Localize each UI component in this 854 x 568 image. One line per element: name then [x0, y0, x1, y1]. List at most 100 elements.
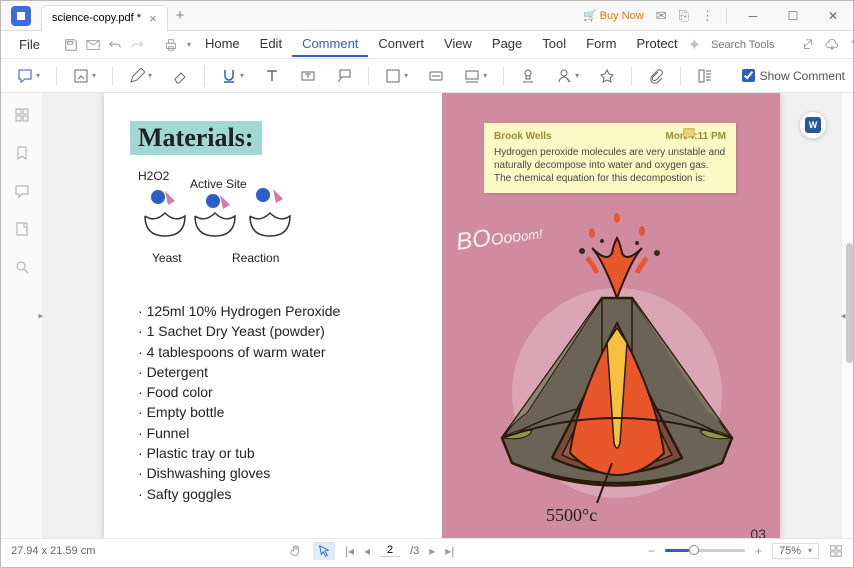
- buy-now-link[interactable]: 🛒 Buy Now: [583, 9, 644, 22]
- show-comment-toggle[interactable]: Show Comment: [742, 69, 845, 83]
- file-menu[interactable]: File: [9, 33, 50, 56]
- wand-icon[interactable]: ✦: [688, 35, 701, 55]
- material-item: 4 tablespoons of warm water: [138, 342, 426, 362]
- menu-form[interactable]: Form: [576, 32, 626, 57]
- menubar: File ▾ HomeEditCommentConvertViewPageToo…: [1, 31, 853, 59]
- mail-icon[interactable]: [86, 38, 100, 52]
- menu-page[interactable]: Page: [482, 32, 532, 57]
- close-window-button[interactable]: ✕: [819, 2, 847, 30]
- page-number: 03: [750, 526, 766, 538]
- callout-tool[interactable]: [328, 63, 360, 89]
- zoom-level-dropdown[interactable]: 75% ▾: [772, 543, 819, 559]
- material-item: Empty bottle: [138, 402, 426, 422]
- stamp2-tool[interactable]: [591, 63, 623, 89]
- menu-convert[interactable]: Convert: [368, 32, 434, 57]
- save-icon[interactable]: [64, 38, 78, 52]
- fit-page-icon[interactable]: [829, 544, 843, 558]
- signature-tool[interactable]: ▾: [548, 63, 587, 89]
- attachment-tool[interactable]: [640, 63, 672, 89]
- notification-icon[interactable]: ✉: [656, 8, 667, 24]
- eraser-tool[interactable]: [164, 63, 196, 89]
- hand-tool-icon[interactable]: [289, 544, 303, 558]
- menu-dots-icon[interactable]: ⋮: [701, 8, 714, 24]
- reaction-diagram: H2O2 Active Site Yeast Reaction: [130, 169, 426, 269]
- material-item: Safty goggles: [138, 484, 426, 504]
- zoom-in-icon[interactable]: +: [755, 544, 762, 558]
- textbox-tool[interactable]: [292, 63, 324, 89]
- underline-tool[interactable]: ▾: [213, 63, 252, 89]
- material-item: 1 Sachet Dry Yeast (powder): [138, 321, 426, 341]
- comments-panel-tool[interactable]: [689, 63, 721, 89]
- attachments-side-icon[interactable]: [14, 221, 30, 237]
- new-tab-button[interactable]: +: [176, 7, 185, 24]
- note-body: Hydrogen peroxide molecules are very uns…: [494, 146, 726, 185]
- select-tool[interactable]: ▾: [65, 63, 104, 89]
- tab-close-icon[interactable]: ×: [149, 11, 157, 26]
- scrollbar-thumb[interactable]: [846, 243, 853, 363]
- page-total: /3: [410, 545, 419, 557]
- select-tool-icon[interactable]: [313, 542, 335, 560]
- print-dropdown-icon[interactable]: ▾: [187, 40, 191, 49]
- pencil-tool[interactable]: ▾: [121, 63, 160, 89]
- sidebar-left: ▸: [1, 93, 43, 538]
- page-number-input[interactable]: [380, 544, 400, 557]
- materials-list: 125ml 10% Hydrogen Peroxide1 Sachet Dry …: [130, 301, 426, 504]
- note-tool[interactable]: ▾: [9, 63, 48, 89]
- collapse-ribbon-icon[interactable]: ⌃: [849, 38, 854, 51]
- titlebar: science-copy.pdf * × + 🛒 Buy Now ✉ ⎘ ⋮ ─…: [1, 1, 853, 31]
- materials-heading: Materials:: [130, 121, 262, 155]
- cloud-icon[interactable]: [825, 38, 839, 52]
- last-page-icon[interactable]: ▸|: [445, 544, 454, 558]
- menu-comment[interactable]: Comment: [292, 32, 368, 57]
- next-page-icon[interactable]: ▸: [429, 544, 435, 558]
- bookmarks-icon[interactable]: [14, 145, 30, 161]
- menu-tool[interactable]: Tool: [532, 32, 576, 57]
- word-export-button[interactable]: W: [799, 111, 827, 139]
- zoom-controls: − + 75% ▾: [648, 543, 843, 559]
- first-page-icon[interactable]: |◂: [345, 544, 354, 558]
- menu-protect[interactable]: Protect: [626, 32, 687, 57]
- note-author: Brook Wells: [494, 131, 552, 142]
- material-item: Dishwashing gloves: [138, 463, 426, 483]
- page-2-right: Brook Wells Mon 4:11 PM Hydrogen peroxid…: [442, 93, 780, 538]
- comment-toolbar: ▾ ▾ ▾ ▾ ▾ ▾ ▾ Show Comment: [1, 59, 853, 93]
- undo-icon[interactable]: [108, 38, 122, 52]
- zoom-slider-thumb[interactable]: [689, 545, 699, 555]
- search-tools-input[interactable]: [711, 39, 791, 51]
- page-dimensions: 27.94 x 21.59 cm: [11, 545, 95, 557]
- print-icon[interactable]: [158, 38, 184, 52]
- sidebar-right: ◂: [841, 93, 853, 538]
- help-icon[interactable]: ⎘: [679, 8, 689, 24]
- comments-icon[interactable]: [14, 183, 30, 199]
- sticky-note[interactable]: Brook Wells Mon 4:11 PM Hydrogen peroxid…: [484, 123, 736, 193]
- area-highlight-tool[interactable]: ▾: [456, 63, 495, 89]
- thumbnails-icon[interactable]: [14, 107, 30, 123]
- maximize-button[interactable]: ☐: [779, 2, 807, 30]
- material-item: 125ml 10% Hydrogen Peroxide: [138, 301, 426, 321]
- prev-page-icon[interactable]: ◂: [364, 544, 370, 558]
- cart-icon: 🛒: [583, 9, 597, 22]
- zoom-slider[interactable]: [665, 549, 745, 552]
- stamp-approved-tool[interactable]: [420, 63, 452, 89]
- chevron-down-icon: ▾: [808, 546, 812, 555]
- show-comment-checkbox[interactable]: [742, 69, 755, 82]
- menu-home[interactable]: Home: [195, 32, 250, 57]
- text-tool[interactable]: [256, 63, 288, 89]
- tab-title: science-copy.pdf *: [52, 12, 141, 24]
- document-area[interactable]: W Materials: H2O2 Active Site Yeast Reac…: [43, 93, 841, 538]
- share-icon[interactable]: [801, 38, 815, 52]
- stamp-tool[interactable]: [512, 63, 544, 89]
- redo-icon[interactable]: [130, 38, 144, 52]
- shape-tool[interactable]: ▾: [377, 63, 416, 89]
- document-tab[interactable]: science-copy.pdf * ×: [41, 5, 168, 31]
- expand-right-sidebar-icon[interactable]: ◂: [841, 310, 846, 321]
- menu-edit[interactable]: Edit: [250, 32, 292, 57]
- note-icon: [682, 127, 696, 141]
- minimize-button[interactable]: ─: [739, 2, 767, 30]
- search-side-icon[interactable]: [14, 259, 30, 275]
- material-item: Food color: [138, 382, 426, 402]
- quick-access-toolbar: [64, 38, 144, 52]
- zoom-out-icon[interactable]: −: [648, 544, 655, 558]
- page-navigation: |◂ ◂ /3 ▸ ▸|: [289, 542, 455, 560]
- menu-view[interactable]: View: [434, 32, 482, 57]
